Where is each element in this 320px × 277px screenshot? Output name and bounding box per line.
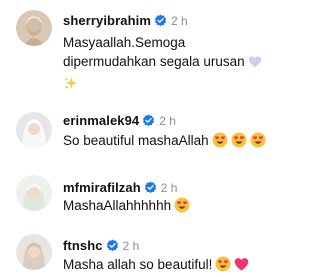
comment-text-line: Masyaallah.Semoga [63, 35, 186, 50]
sparkles-icon [63, 76, 78, 96]
comment-text: Masha allah so beautiful! [63, 255, 295, 277]
pink-heart-icon [234, 257, 249, 277]
heart-eyes-icon [212, 132, 228, 153]
heart-eyes-icon [174, 197, 190, 218]
comment-text-segment: Masha allah so beautiful! [63, 257, 213, 272]
comment-text: Masyaallah.Semoga dipermudahkan segala u… [63, 33, 295, 96]
comment-text-line [63, 74, 295, 96]
verified-badge-icon [154, 14, 167, 30]
username[interactable]: mfmirafilzah [63, 180, 141, 195]
heart-eyes-icon [215, 256, 231, 277]
heart-eyes-icon [231, 132, 247, 153]
comment-header: erinmalek94 2 h [63, 113, 176, 130]
timestamp: 2 h [122, 239, 140, 253]
timestamp: 2 h [160, 181, 178, 195]
timestamp: 2 h [171, 14, 188, 28]
timestamp: 2 h [159, 114, 176, 128]
username[interactable]: erinmalek94 [63, 113, 139, 128]
avatar[interactable] [16, 175, 52, 211]
comment-text-segment: dipermudahkan segala urusan [63, 54, 245, 69]
avatar[interactable] [16, 10, 52, 46]
comment-header: ftnshc 2 h [63, 238, 139, 255]
avatar[interactable] [16, 234, 52, 270]
username[interactable]: ftnshc [63, 238, 103, 253]
avatar[interactable] [16, 112, 52, 148]
purple-heart-icon [248, 55, 262, 74]
verified-badge-icon [142, 114, 155, 130]
username[interactable]: sherryibrahim [63, 13, 151, 28]
verified-badge-icon [144, 181, 157, 197]
comment-text-segment: So beautiful mashaAllah [63, 133, 209, 148]
comment-header: mfmirafilzah 2 h [63, 180, 177, 197]
comment-text-segment: MashaAllahhhhhh [63, 198, 172, 213]
comment-header: sherryibrahim 2 h [63, 13, 188, 30]
comment-text: So beautiful mashaAllah [63, 131, 295, 153]
verified-badge-icon [106, 239, 119, 255]
comment-text: MashaAllahhhhhh [63, 196, 295, 218]
heart-eyes-icon [250, 132, 266, 153]
comment-text-line: dipermudahkan segala urusan [63, 52, 295, 74]
